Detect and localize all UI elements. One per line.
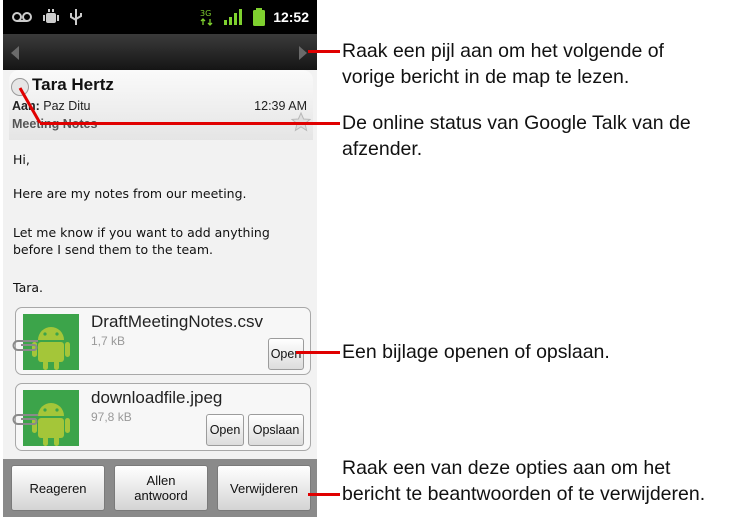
- callout-line: De online status van Google Talk van de: [342, 112, 691, 134]
- leader-line-status-diagonal: [18, 87, 42, 124]
- action-bar: Reageren Allen antwoord Verwijderen: [3, 459, 317, 517]
- open-attachment-button[interactable]: Open: [268, 338, 304, 370]
- callout-actions: Raak een van deze opties aan om het beri…: [342, 455, 746, 507]
- attachment-size: 1,7 kB: [91, 334, 126, 348]
- reply-all-button[interactable]: Allen antwoord: [114, 465, 208, 511]
- reply-all-label-1: Allen: [146, 473, 176, 488]
- callout-attachment: Een bijlage openen of opslaan.: [342, 339, 746, 365]
- reply-all-label-2: antwoord: [134, 488, 188, 503]
- paperclip-icon: [12, 414, 38, 425]
- callout-line: bericht te beantwoorden of te verwijdere…: [342, 483, 706, 505]
- save-attachment-button[interactable]: Opslaan: [248, 414, 304, 446]
- signal-icon: [224, 9, 242, 25]
- leader-line-nav: [308, 50, 340, 53]
- to-value: Paz Ditu: [43, 99, 91, 113]
- body-line: Hi,: [13, 152, 30, 167]
- android-debug-icon: [43, 9, 59, 23]
- delete-button[interactable]: Verwijderen: [217, 465, 311, 511]
- leader-line-attachment: [296, 351, 340, 354]
- message-header: Tara Hertz Aan: Paz Ditu 12:39 AM Meetin…: [9, 70, 313, 140]
- clock: 12:52: [273, 9, 309, 25]
- callout-line: Raak een van deze opties aan om het: [342, 457, 671, 479]
- battery-icon: [253, 8, 265, 26]
- open-attachment-button[interactable]: Open: [206, 414, 244, 446]
- phone-screen: 3G 12:52 Tara Hertz Aan: Paz Ditu 12:39 …: [3, 0, 317, 517]
- leader-line-actions: [308, 493, 340, 496]
- network-3g-icon: 3G: [200, 9, 213, 26]
- callout-line: afzender.: [342, 138, 423, 160]
- attachment-name: DraftMeetingNotes.csv: [91, 312, 263, 331]
- message-nav-bar: [3, 34, 317, 70]
- leader-line-status: [40, 122, 340, 125]
- paperclip-icon: [12, 340, 38, 351]
- callout-line: Raak een pijl aan om het volgende of: [342, 40, 664, 62]
- sender-name: Tara Hertz: [32, 75, 114, 94]
- svg-text:3G: 3G: [200, 9, 211, 18]
- right-arrow-icon[interactable]: [291, 42, 313, 64]
- callout-line: Een bijlage openen of opslaan.: [342, 341, 610, 363]
- body-line: Tara.: [13, 280, 43, 295]
- left-arrow-icon[interactable]: [5, 42, 27, 64]
- attachment-name: downloadfile.jpeg: [91, 388, 223, 407]
- message-time: 12:39 AM: [254, 99, 307, 113]
- callout-navigation: Raak een pijl aan om het volgende of vor…: [342, 38, 746, 90]
- usb-icon: [70, 9, 82, 25]
- attachment-card: downloadfile.jpeg 97,8 kB Open Opslaan: [12, 383, 311, 451]
- status-bar: 3G 12:52: [3, 0, 317, 34]
- voicemail-icon: [12, 12, 32, 22]
- body-line: Here are my notes from our meeting.: [13, 186, 247, 201]
- attachment-card: DraftMeetingNotes.csv 1,7 kB Open: [12, 307, 311, 375]
- attachment-size: 97,8 kB: [91, 410, 132, 424]
- reply-button[interactable]: Reageren: [11, 465, 105, 511]
- callout-status: De online status van Google Talk van de …: [342, 110, 746, 162]
- callout-line: vorige bericht in de map te lezen.: [342, 66, 630, 88]
- body-line: before I send them to the team.: [13, 242, 213, 257]
- body-line: Let me know if you want to add anything: [13, 225, 270, 240]
